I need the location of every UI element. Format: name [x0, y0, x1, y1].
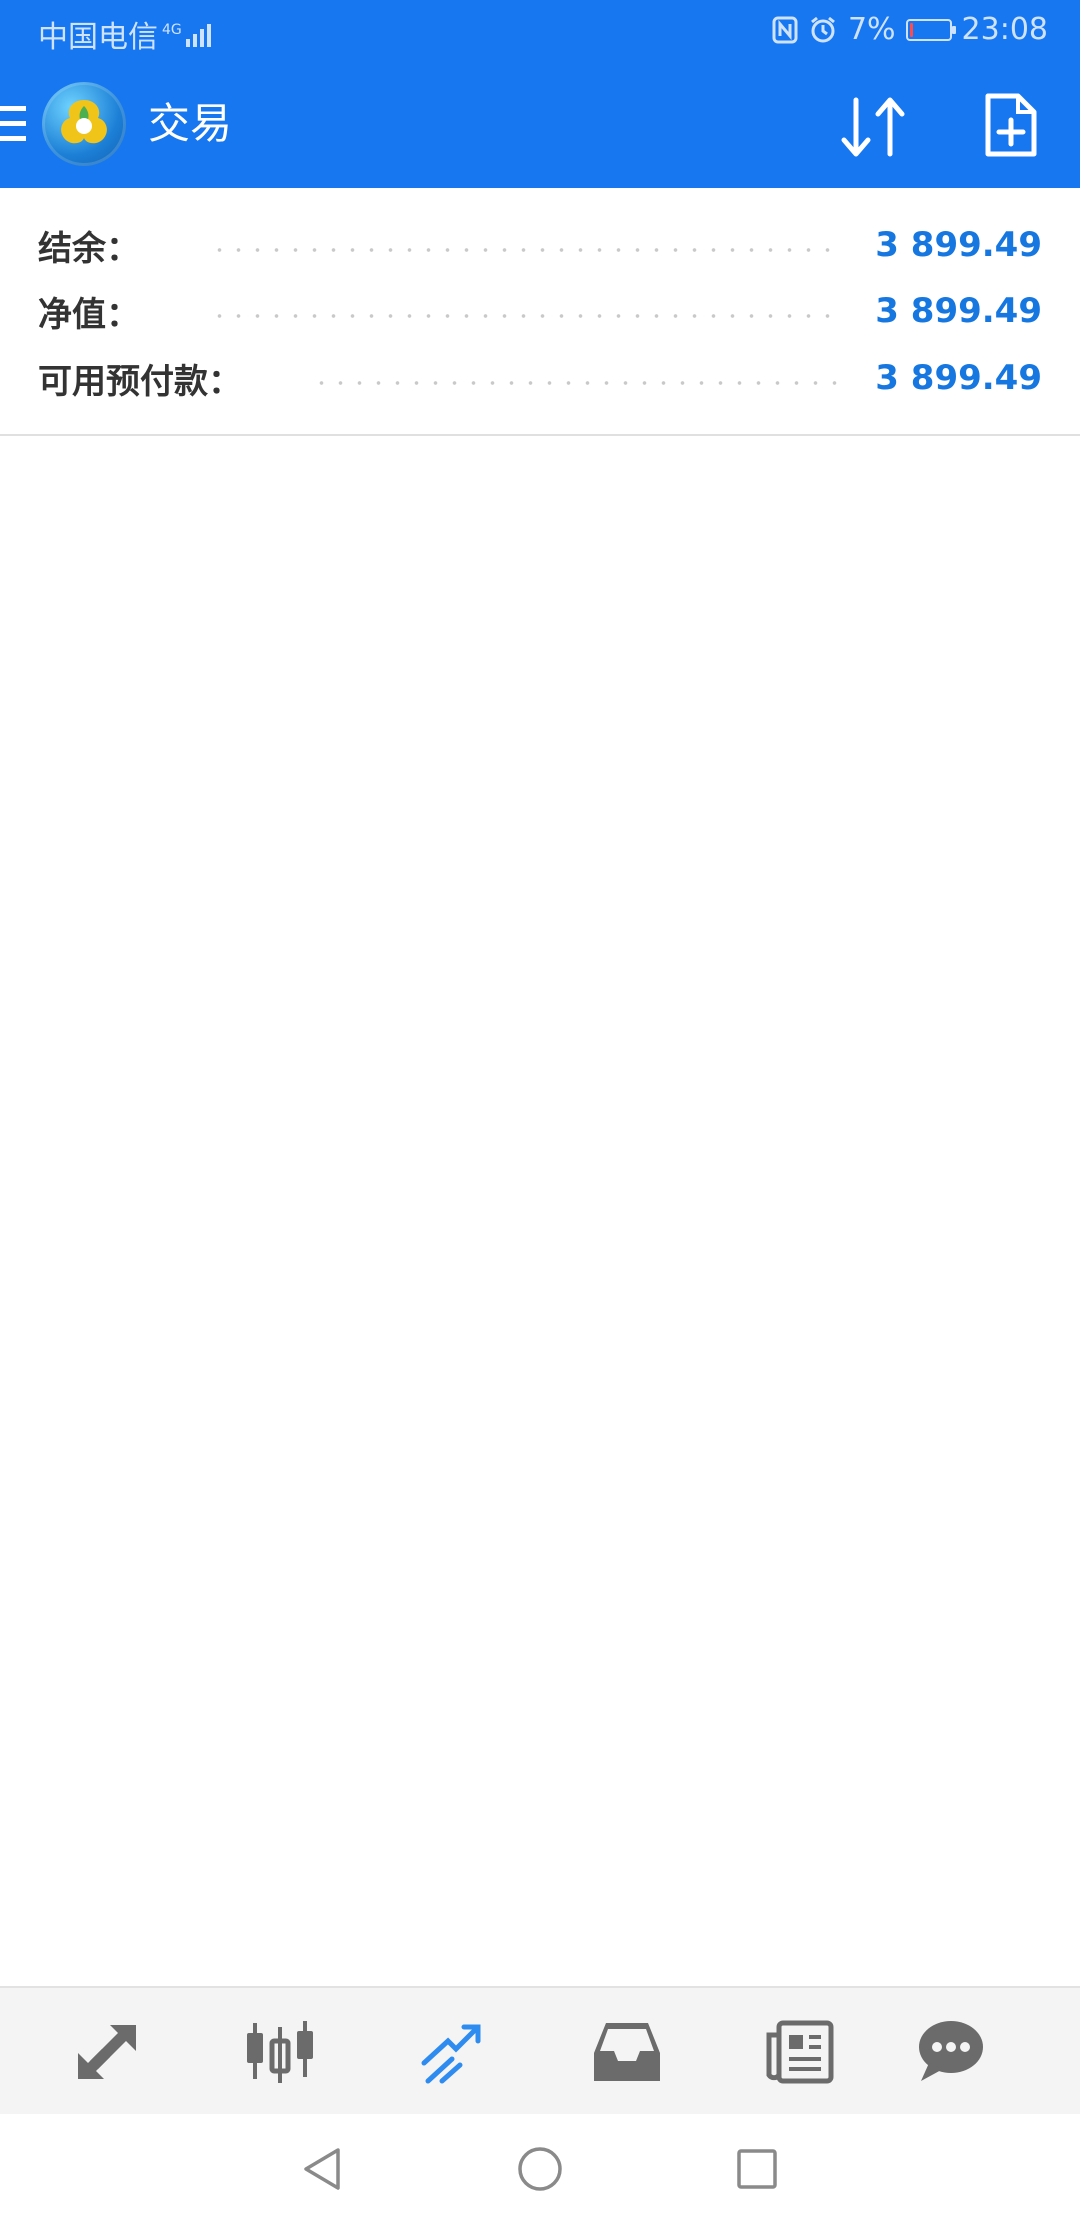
carrier-name: 中国电信 — [38, 20, 158, 55]
chat-icon — [919, 2021, 983, 2081]
tab-history[interactable] — [587, 2014, 667, 2090]
network-type: 4G — [162, 22, 182, 38]
battery-icon — [905, 18, 956, 41]
account-summary: 结余： 3 899.49 净值： 3 899.49 可用预付款： 3 899.4… — [0, 188, 1080, 436]
trade-icon — [421, 2024, 481, 2084]
balance-value: 3 899.49 — [875, 225, 1042, 265]
leader-dots — [312, 381, 840, 385]
leader-dots — [210, 248, 840, 252]
balance-row: 结余： 3 899.49 — [38, 215, 1042, 275]
battery-percent: 7% — [847, 12, 896, 47]
new-order-icon[interactable] — [984, 92, 1038, 158]
app-logo[interactable] — [42, 82, 126, 166]
nfc-icon — [772, 16, 798, 43]
app-bar: 交易 — [0, 62, 1080, 188]
free-margin-value: 3 899.49 — [875, 358, 1042, 398]
bottom-tab-bar — [0, 1986, 1080, 2114]
equity-label: 净值： — [38, 294, 140, 335]
chart-icon — [247, 2021, 313, 2083]
status-right: 7% 23:08 — [772, 12, 1048, 47]
equity-row: 净值： 3 899.49 — [38, 281, 1042, 341]
tab-trade[interactable] — [413, 2014, 493, 2090]
free-margin-label: 可用预付款： — [38, 361, 242, 402]
news-icon — [766, 2020, 834, 2084]
history-icon — [594, 2023, 660, 2081]
tab-chat[interactable] — [912, 2014, 988, 2090]
sort-icon[interactable] — [838, 96, 908, 158]
system-nav-bar — [0, 2114, 1080, 2220]
carrier-group: 中国电信 4G — [38, 12, 214, 56]
leader-dots — [210, 314, 840, 318]
balance-label: 结余： — [38, 228, 140, 269]
tab-chart[interactable] — [240, 2014, 320, 2090]
menu-icon[interactable] — [0, 106, 26, 144]
battery-level — [909, 22, 913, 37]
screen: 中国电信 4G 7% 23:08 交易 结余： 3 899.49 净值： 3 8… — [0, 0, 1080, 2220]
home-icon[interactable] — [515, 2144, 565, 2194]
recents-icon[interactable] — [732, 2144, 782, 2194]
alarm-icon — [811, 16, 835, 42]
equity-value: 3 899.49 — [875, 291, 1042, 331]
tab-news[interactable] — [760, 2014, 840, 2090]
tab-quotes[interactable] — [67, 2014, 147, 2090]
free-margin-row: 可用预付款： 3 899.49 — [38, 348, 1042, 408]
status-bar: 中国电信 4G 7% 23:08 — [0, 0, 1080, 62]
back-icon[interactable] — [298, 2144, 348, 2194]
page-title: 交易 — [148, 99, 233, 148]
clock: 23:08 — [961, 12, 1048, 47]
quotes-icon — [78, 2025, 136, 2079]
signal-icon — [185, 21, 214, 47]
